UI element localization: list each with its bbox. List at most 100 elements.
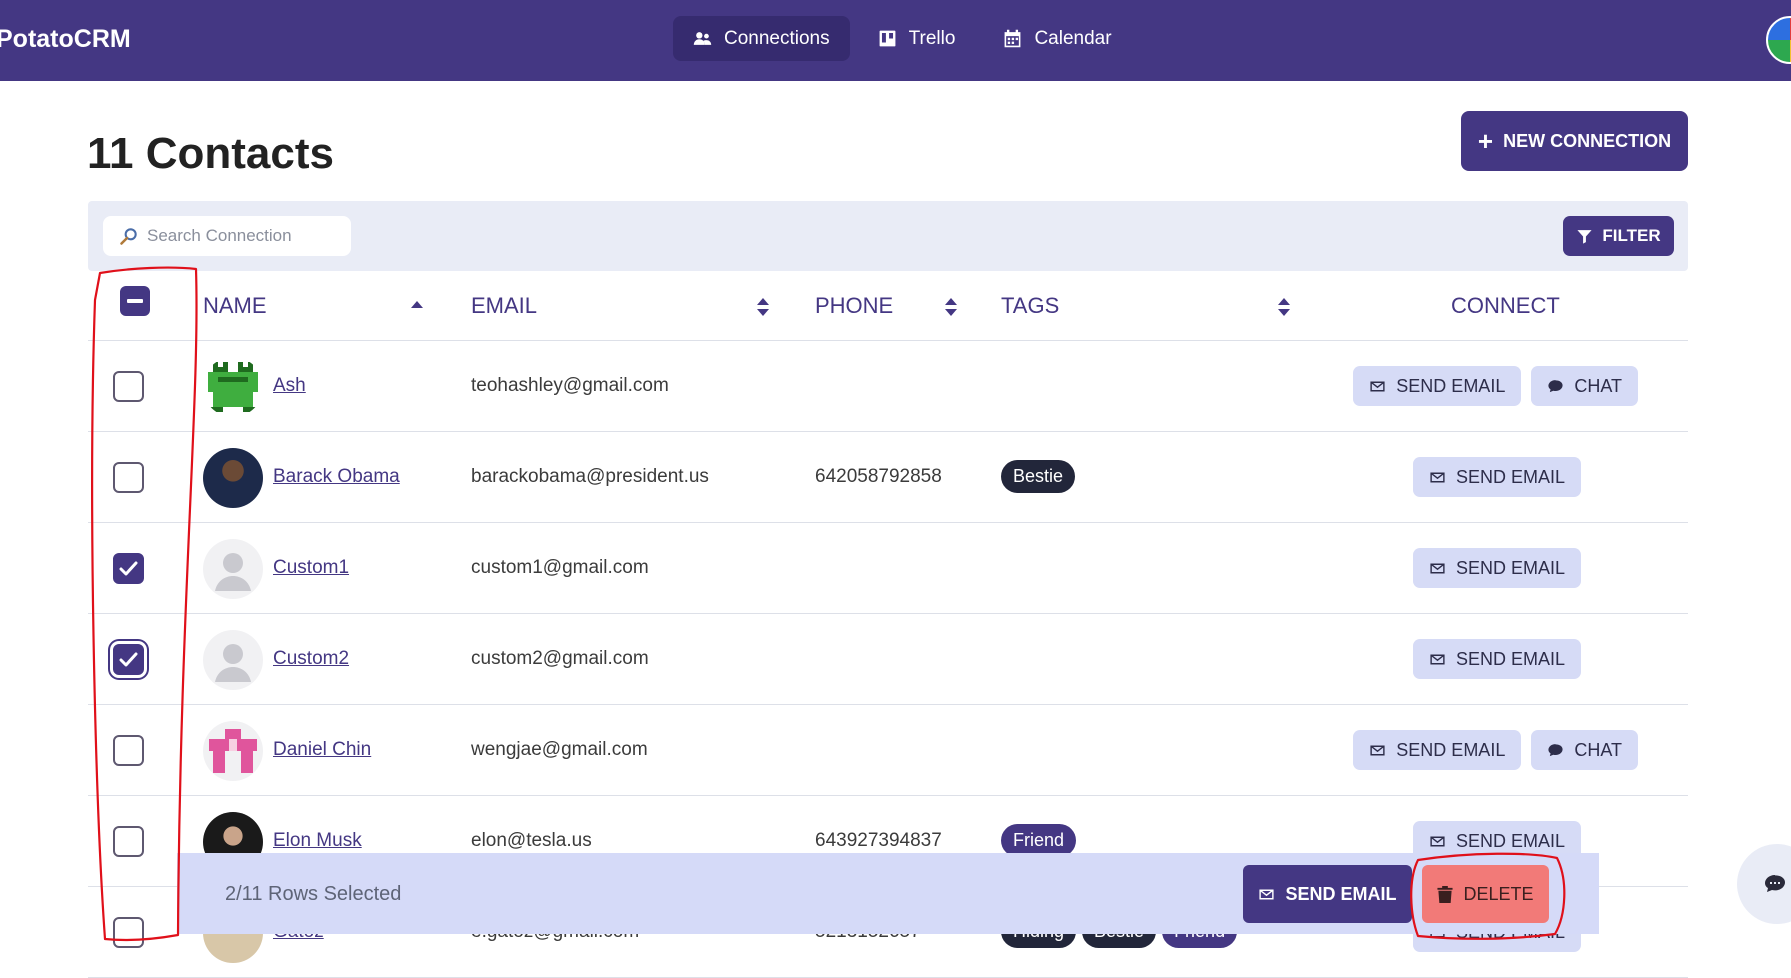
row-checkbox[interactable] <box>113 462 144 493</box>
row-checkbox[interactable] <box>113 917 144 948</box>
delete-button[interactable]: DELETE <box>1422 865 1549 923</box>
mail-icon <box>1370 381 1385 391</box>
chat-button[interactable]: CHAT <box>1531 730 1638 770</box>
send-email-label: SEND EMAIL <box>1396 375 1506 396</box>
connect-actions: SEND EMAIL CHAT <box>1353 730 1638 770</box>
send-email-button[interactable]: SEND EMAIL <box>1353 366 1522 406</box>
mail-icon <box>1430 654 1445 664</box>
send-email-label: SEND EMAIL <box>1455 830 1565 851</box>
send-email-button[interactable]: SEND EMAIL <box>1412 457 1581 497</box>
send-email-label: SEND EMAIL <box>1396 739 1506 760</box>
delete-label: DELETE <box>1463 883 1534 904</box>
contact-name-link[interactable]: Barack Obama <box>273 466 400 488</box>
chat-icon <box>1765 875 1785 892</box>
row-checkbox[interactable] <box>113 371 144 402</box>
bulk-send-email-label: SEND EMAIL <box>1285 883 1397 904</box>
avatar <box>203 630 263 690</box>
mail-icon <box>1430 563 1445 573</box>
send-email-label: SEND EMAIL <box>1455 557 1565 578</box>
filter-button[interactable]: FILTER <box>1563 216 1674 256</box>
nav-tabs: Connections Trello Calendar <box>673 16 1132 61</box>
contact-name-link[interactable]: Custom2 <box>273 648 349 670</box>
send-email-button[interactable]: SEND EMAIL <box>1412 639 1581 679</box>
sort-ascending-icon[interactable] <box>411 299 423 319</box>
tab-trello[interactable]: Trello <box>858 16 976 61</box>
contact-email: teohashley@gmail.com <box>471 375 669 396</box>
mail-icon <box>1430 836 1445 846</box>
contact-email: custom1@gmail.com <box>471 557 649 578</box>
send-email-label: SEND EMAIL <box>1455 466 1565 487</box>
select-all-checkbox[interactable] <box>120 286 150 316</box>
avatar <box>203 448 263 508</box>
floating-chat-button[interactable] <box>1737 844 1791 924</box>
connect-actions: SEND EMAIL <box>1412 639 1581 679</box>
search-input[interactable] <box>147 226 347 246</box>
tag-badge: Bestie <box>1001 460 1076 493</box>
new-connection-label: NEW CONNECTION <box>1503 130 1672 151</box>
table-header: NAME EMAIL PHONE TAGS CONNECT <box>88 271 1688 341</box>
mail-icon <box>1430 472 1445 482</box>
check-icon <box>119 652 138 667</box>
avatar <box>203 357 263 417</box>
contact-name-link[interactable]: Ash <box>273 375 306 397</box>
column-header-tags[interactable]: TAGS <box>1001 293 1059 319</box>
users-icon <box>693 32 712 45</box>
sort-icon[interactable] <box>945 297 957 317</box>
contact-email: wengjae@gmail.com <box>471 739 648 760</box>
table-row[interactable]: Ash teohashley@gmail.com SEND EMAIL CHAT <box>88 341 1688 432</box>
tab-label: Connections <box>724 27 830 49</box>
mail-icon <box>1370 745 1385 755</box>
contact-name-link[interactable]: Elon Musk <box>273 830 362 852</box>
contact-email: custom2@gmail.com <box>471 648 649 669</box>
new-connection-button[interactable]: + NEW CONNECTION <box>1461 111 1688 171</box>
column-header-email[interactable]: EMAIL <box>471 293 537 319</box>
tab-label: Trello <box>908 27 956 49</box>
connect-actions: SEND EMAIL CHAT <box>1353 366 1638 406</box>
send-email-label: SEND EMAIL <box>1455 648 1565 669</box>
contact-name-link[interactable]: Daniel Chin <box>273 739 371 761</box>
send-email-button[interactable]: SEND EMAIL <box>1412 548 1581 588</box>
tab-connections[interactable]: Connections <box>673 16 850 61</box>
contact-name-link[interactable]: Custom1 <box>273 557 349 579</box>
chat-button[interactable]: CHAT <box>1531 366 1638 406</box>
selection-action-bar: 2/11 Rows Selected SEND EMAIL DELETE <box>177 853 1599 934</box>
chat-label: CHAT <box>1574 739 1622 760</box>
connect-actions: SEND EMAIL <box>1412 457 1581 497</box>
tab-calendar[interactable]: Calendar <box>983 16 1131 61</box>
contact-phone: 643927394837 <box>815 830 942 851</box>
connect-actions: SEND EMAIL <box>1412 548 1581 588</box>
avatar <box>203 721 263 781</box>
row-checkbox[interactable] <box>113 826 144 857</box>
tag-list: Bestie <box>1001 460 1076 493</box>
search-box <box>103 216 351 256</box>
table-row[interactable]: Custom2 custom2@gmail.com SEND EMAIL <box>88 614 1688 705</box>
row-checkbox[interactable] <box>113 735 144 766</box>
column-header-connect: CONNECT <box>1451 293 1560 318</box>
sort-icon[interactable] <box>757 297 769 317</box>
user-avatar[interactable] <box>1766 16 1791 64</box>
trash-icon <box>1437 885 1454 903</box>
mail-icon <box>1259 889 1275 899</box>
table-row[interactable]: Barack Obama barackobama@president.us 64… <box>88 432 1688 523</box>
brand-logo[interactable]: PotatoCRM <box>0 25 131 54</box>
plus-icon: + <box>1477 126 1494 156</box>
avatar <box>203 539 263 599</box>
row-checkbox[interactable] <box>113 644 144 675</box>
contact-email: barackobama@president.us <box>471 466 709 487</box>
chat-label: CHAT <box>1574 375 1622 396</box>
table-row[interactable]: Custom1 custom1@gmail.com SEND EMAIL <box>88 523 1688 614</box>
column-header-phone[interactable]: PHONE <box>815 293 893 319</box>
bulk-send-email-button[interactable]: SEND EMAIL <box>1243 865 1412 923</box>
check-icon <box>119 561 138 576</box>
page-title: 11 Contacts <box>87 129 334 178</box>
table-row[interactable]: Daniel Chin wengjae@gmail.com SEND EMAIL… <box>88 705 1688 796</box>
sort-icon[interactable] <box>1278 297 1290 317</box>
filter-icon <box>1577 229 1592 244</box>
send-email-button[interactable]: SEND EMAIL <box>1353 730 1522 770</box>
filter-label: FILTER <box>1602 226 1661 245</box>
trello-icon <box>879 30 896 47</box>
top-navbar: PotatoCRM Connections Trello Calendar <box>0 0 1791 81</box>
column-header-name[interactable]: NAME <box>203 293 267 319</box>
row-checkbox[interactable] <box>113 553 144 584</box>
contact-email: elon@tesla.us <box>471 830 592 851</box>
